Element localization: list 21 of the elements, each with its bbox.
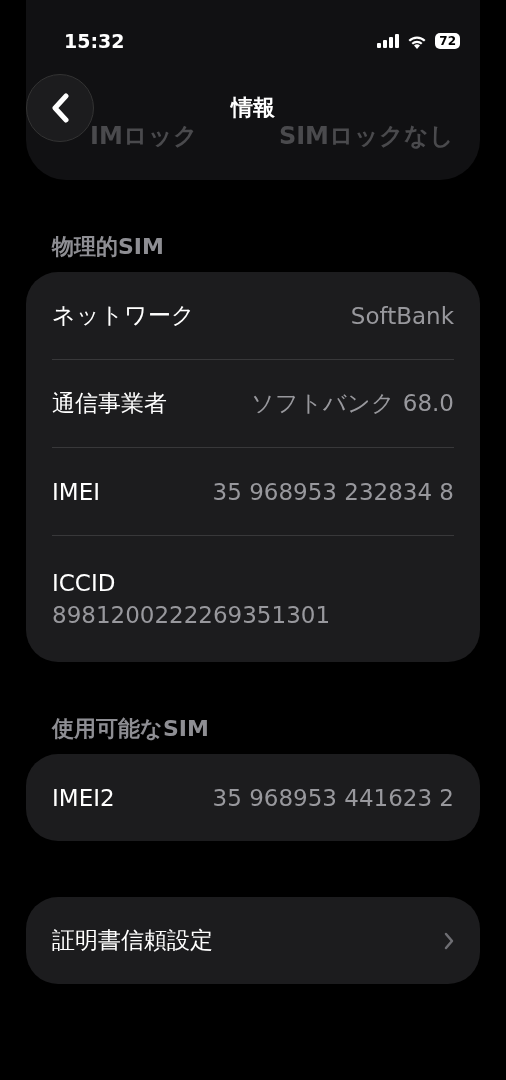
chevron-right-icon bbox=[444, 931, 454, 950]
chevron-left-icon bbox=[51, 93, 69, 123]
row-label: IMEI2 bbox=[52, 784, 115, 811]
settings-link[interactable]: 証明書信頼設定 bbox=[52, 897, 454, 984]
row-value: SoftBank bbox=[350, 302, 454, 329]
row-value: 35 968953 441623 2 bbox=[212, 784, 454, 811]
battery-indicator: 72 bbox=[435, 33, 460, 49]
row-label: IMロック bbox=[90, 121, 198, 152]
row-value: ソフトバンク 68.0 bbox=[251, 389, 454, 418]
status-time: 15:32 bbox=[64, 30, 125, 52]
section-header: 使用可能なSIM bbox=[52, 715, 210, 743]
row-label: 通信事業者 bbox=[52, 389, 167, 418]
row-label: ICCID bbox=[52, 570, 116, 596]
row-value: SIMロックなし bbox=[278, 121, 454, 152]
row-value: 35 968953 232834 8 bbox=[212, 478, 454, 505]
section-header: 物理的SIM bbox=[52, 233, 165, 261]
page-title: 情報 bbox=[231, 94, 275, 122]
row-label: IMEI bbox=[52, 478, 100, 505]
row-label: ネットワーク bbox=[52, 301, 195, 330]
signal-icon bbox=[377, 34, 400, 48]
row-value: 8981200222269351301 bbox=[52, 602, 331, 628]
